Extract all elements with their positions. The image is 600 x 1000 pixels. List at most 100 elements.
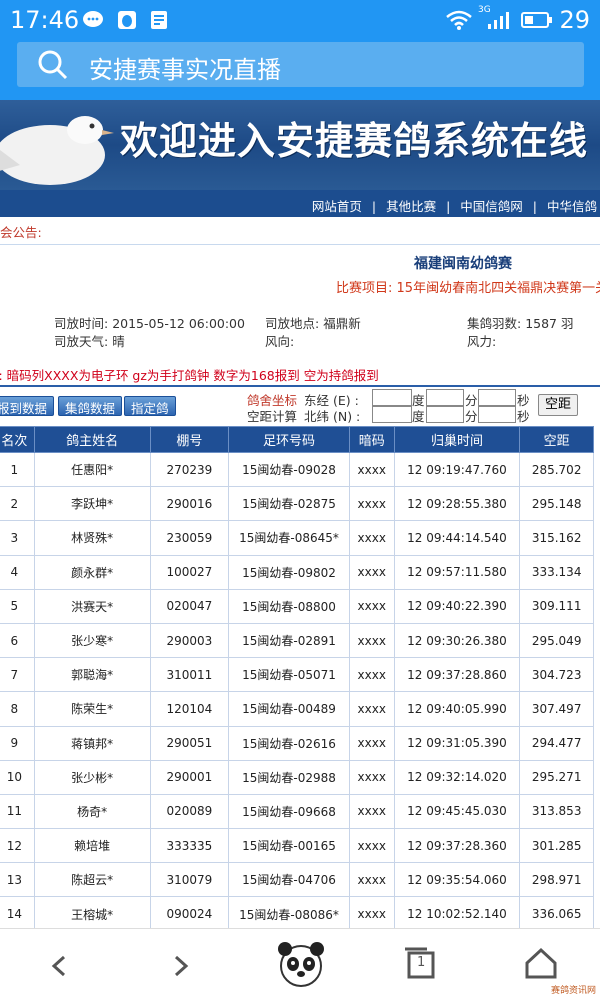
cell-loft: 333335 xyxy=(149,828,230,864)
cell-ring: 15闽幼春-08800 xyxy=(228,588,350,624)
back-icon[interactable] xyxy=(44,951,74,981)
table-row: 14 王榕城* 090024 15闽幼春-08086* xxxx 12 10:02:52.… xyxy=(0,896,594,932)
top-nav: 网站首页 | 其他比赛 | 中国信鸽网 | 中华信鸽 xyxy=(0,190,600,217)
col-loft: 棚号 xyxy=(149,426,230,453)
cell-rank: 11 xyxy=(0,793,35,830)
table-row: 8 陈荣生* 120104 15闽幼春-00489 xxxx 12 09:40:05.99… xyxy=(0,691,594,727)
collect-data-button[interactable]: 集鸽数据 xyxy=(58,396,123,416)
cell-distance: 307.497 xyxy=(519,691,594,727)
col-arrival: 归巢时间 xyxy=(393,426,521,453)
cell-loft: 020089 xyxy=(149,793,230,830)
cell-distance: 294.477 xyxy=(519,725,594,761)
cell-code: xxxx xyxy=(348,725,395,761)
cell-loft: 290003 xyxy=(149,622,230,659)
cell-ring: 15闽幼春-04706 xyxy=(228,862,350,898)
cell-loft: 230059 xyxy=(149,520,230,556)
lon-minute-input[interactable] xyxy=(426,389,464,406)
cell-code: xxxx xyxy=(348,588,395,624)
search-input[interactable]: 安捷赛事实况直播 xyxy=(17,42,584,87)
site-banner: 欢迎进入安捷赛鸽系统在线 xyxy=(0,100,600,190)
cell-loft: 100027 xyxy=(149,554,230,590)
table-row: 9 蒋镇邦* 290051 15闽幼春-02616 xxxx 12 09:31:05.39… xyxy=(0,725,594,761)
lat-degree-input[interactable] xyxy=(372,406,412,423)
race-item-label: 比赛项目: xyxy=(336,281,393,296)
cell-code: xxxx xyxy=(348,896,395,932)
search-query: 安捷赛事实况直播 xyxy=(89,56,281,84)
cell-ring: 15闽幼春-08086* xyxy=(228,896,350,932)
cell-rank: 10 xyxy=(0,759,35,795)
cell-code: xxxx xyxy=(348,759,395,795)
table-row: 6 张少寒* 290003 15闽幼春-02891 xxxx 12 09:30:26.38… xyxy=(0,622,594,659)
table-row: 5 洪赛天* 020047 15闽幼春-08800 xxxx 12 09:40:22.39… xyxy=(0,588,594,624)
nav-zhonghua-pigeon-link[interactable]: 中华信鸽 xyxy=(547,199,597,214)
race-item: 比赛项目: 15年闽幼春南北四关福鼎决赛第一关 xyxy=(336,277,600,296)
forward-icon[interactable] xyxy=(166,951,196,981)
cell-distance: 285.702 xyxy=(519,451,594,488)
cell-arrival: 12 09:30:26.380 xyxy=(393,622,521,659)
designated-pigeon-button[interactable]: 指定鸽 xyxy=(124,396,176,416)
nav-china-pigeon-link[interactable]: 中国信鸽网 xyxy=(460,199,523,214)
col-distance: 空距 xyxy=(519,426,594,453)
release-place-value: 福鼎新 xyxy=(323,316,361,331)
cell-loft: 290051 xyxy=(149,725,230,761)
cell-distance: 295.049 xyxy=(519,622,594,659)
wind-direction: 风向: xyxy=(265,334,295,349)
tab-count: 1 xyxy=(417,955,426,970)
cell-owner: 张少寒* xyxy=(33,622,151,659)
cell-ring: 15闽幼春-08645* xyxy=(228,520,350,556)
penguin-icon xyxy=(118,11,136,29)
cell-rank: 9 xyxy=(0,725,35,761)
panda-icon[interactable] xyxy=(276,939,326,989)
lon-second-input[interactable] xyxy=(478,389,516,406)
cell-arrival: 12 09:35:54.060 xyxy=(393,862,521,898)
cell-owner: 陈荣生* xyxy=(33,691,151,727)
wind-force: 风力: xyxy=(467,334,497,349)
cell-loft: 270239 xyxy=(149,451,230,488)
wifi-icon xyxy=(446,10,472,30)
nav-home-link[interactable]: 网站首页 xyxy=(312,199,362,214)
status-bar: 17:46 3G 29 xyxy=(0,0,600,40)
home-icon[interactable] xyxy=(523,945,559,981)
cell-ring: 15闽幼春-00489 xyxy=(228,691,350,727)
cell-loft: 310079 xyxy=(149,862,230,898)
cell-rank: 1 xyxy=(0,451,35,488)
announcement-label: 会公告: xyxy=(0,225,42,240)
cell-rank: 7 xyxy=(0,657,35,693)
cell-rank: 13 xyxy=(0,862,35,898)
cell-ring: 15闽幼春-02616 xyxy=(228,725,350,761)
lon-degree-input[interactable] xyxy=(372,389,412,406)
lat-minute-input[interactable] xyxy=(426,406,464,423)
cell-distance: 304.723 xyxy=(519,657,594,693)
cell-distance: 295.271 xyxy=(519,759,594,795)
cell-arrival: 12 09:37:28.860 xyxy=(393,657,521,693)
cell-loft: 290016 xyxy=(149,486,230,522)
reported-data-button[interactable]: 报到数据 xyxy=(0,396,55,416)
signal-icon xyxy=(488,12,509,29)
cell-rank: 4 xyxy=(0,554,35,590)
divider xyxy=(0,385,600,387)
cell-distance: 315.162 xyxy=(519,520,594,556)
cell-loft: 290001 xyxy=(149,759,230,795)
cell-rank: 14 xyxy=(0,896,35,932)
lat-degree-unit: 度 xyxy=(412,409,425,424)
cell-ring: 15闽幼春-00165 xyxy=(228,828,350,864)
results-body: 1 任惠阳* 270239 15闽幼春-09028 xxxx 12 09:19:47.76… xyxy=(0,451,594,932)
lat-second-input[interactable] xyxy=(478,406,516,423)
tabs-button[interactable]: 1 xyxy=(403,945,437,981)
release-place: 司放地点: 福鼎新 xyxy=(265,313,361,332)
cell-ring: 15闽幼春-09668 xyxy=(228,793,350,830)
browser-bottom-bar: 1 赛鸽资讯网 xyxy=(0,928,600,1000)
table-row: 3 林贤殊* 230059 15闽幼春-08645* xxxx 12 09:44:14.5… xyxy=(0,520,594,556)
calc-distance-button[interactable]: 空距 xyxy=(538,394,578,416)
nav-other-races-link[interactable]: 其他比赛 xyxy=(386,199,436,214)
cell-owner: 林贤殊* xyxy=(33,520,151,556)
cell-owner: 颜永群* xyxy=(33,554,151,590)
race-name: 福建闽南幼鸽赛 xyxy=(414,256,512,272)
distance-calc-label: 空距计算 xyxy=(247,409,298,424)
latitude-label: 北纬 (N) : xyxy=(304,409,361,424)
cell-rank: 5 xyxy=(0,588,35,624)
cell-arrival: 12 10:02:52.140 xyxy=(393,896,521,932)
cell-owner: 蒋镇邦* xyxy=(33,725,151,761)
pigeon-count: 集鸽羽数: 1587 羽 xyxy=(467,313,574,332)
cell-rank: 2 xyxy=(0,486,35,522)
